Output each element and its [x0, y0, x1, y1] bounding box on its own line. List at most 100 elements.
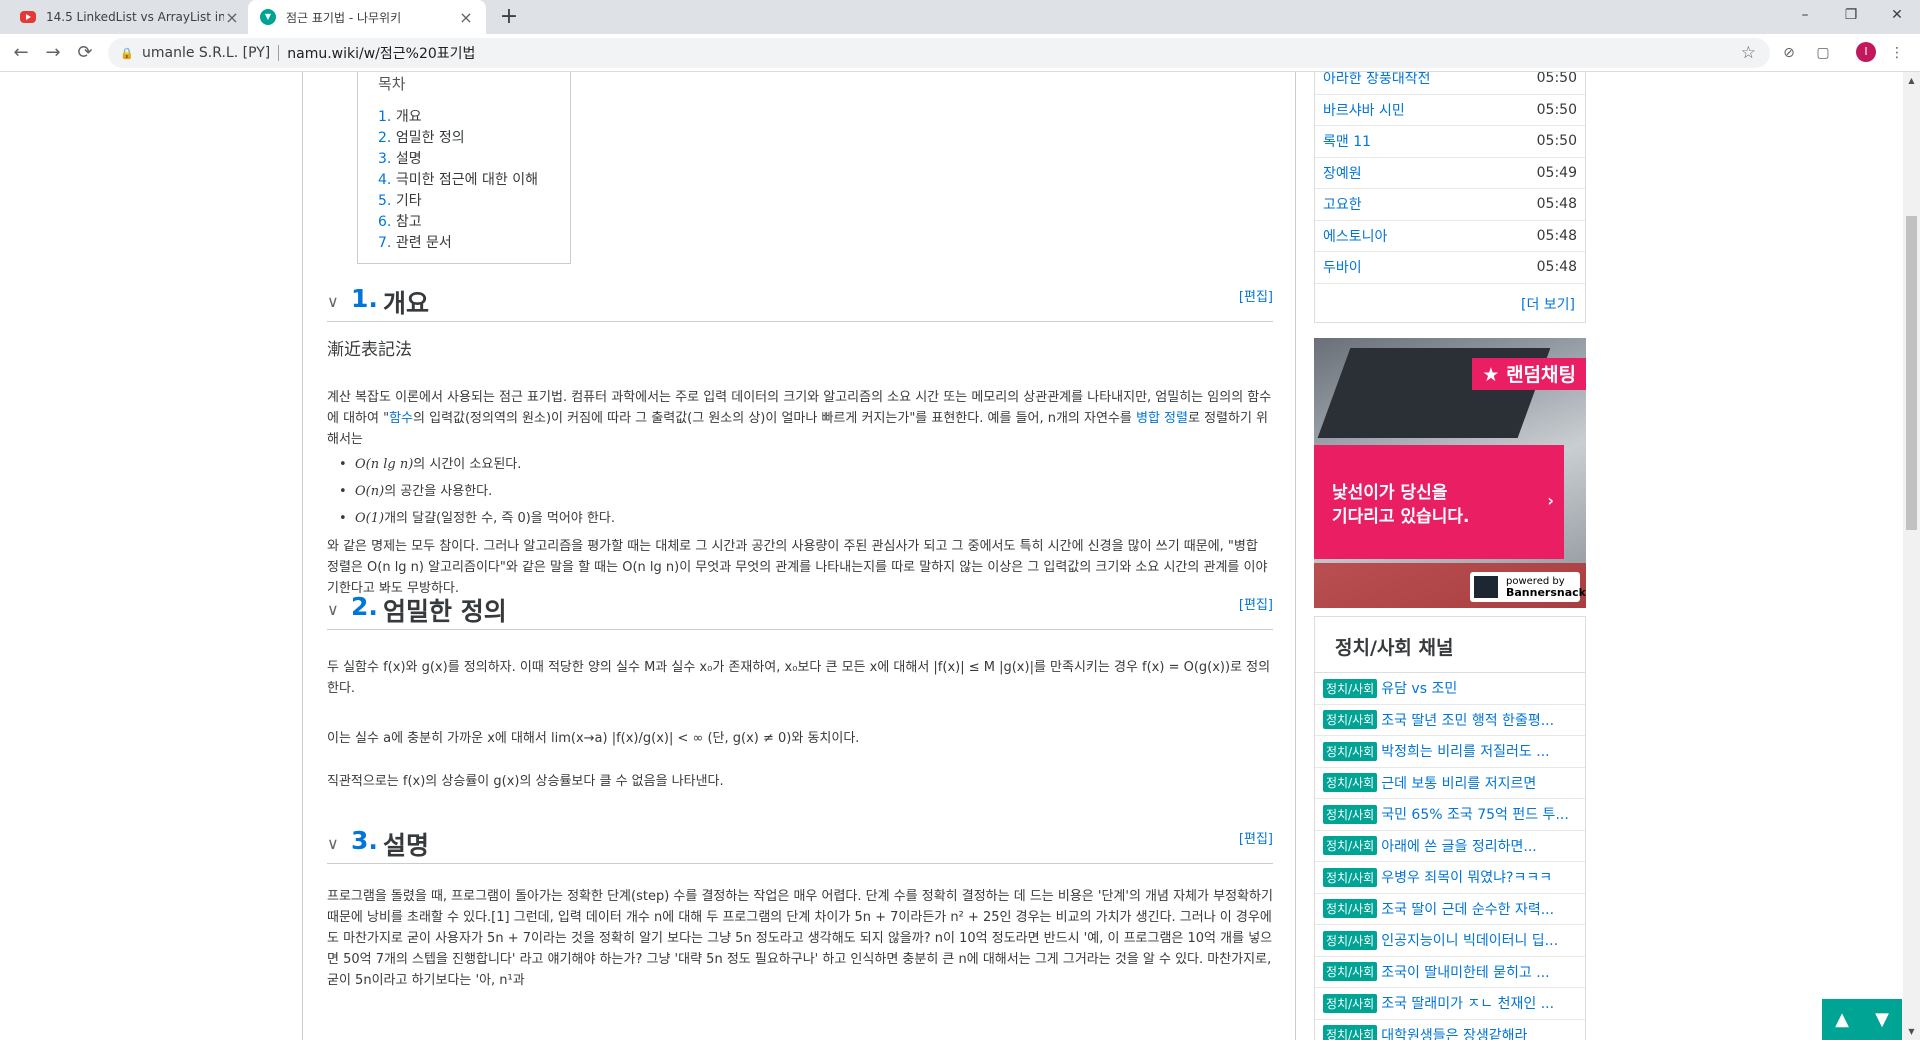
- recent-link[interactable]: 바르샤바 시민: [1323, 100, 1537, 120]
- toc-number[interactable]: 1.: [378, 109, 391, 125]
- toc-item[interactable]: 1. 개요: [378, 106, 550, 127]
- close-window-button[interactable]: ✕: [1874, 0, 1920, 34]
- profile-avatar[interactable]: I: [1856, 42, 1876, 62]
- lock-icon[interactable]: 🔒: [120, 47, 134, 60]
- chevron-down-icon[interactable]: ∨: [327, 292, 339, 311]
- post-link[interactable]: 박정희는 비리를 저질러도 ...: [1381, 741, 1549, 761]
- list-item[interactable]: 장예원 05:49: [1315, 158, 1585, 189]
- chevron-down-icon[interactable]: ∨: [327, 600, 339, 619]
- extension-icon[interactable]: ⊘: [1778, 42, 1800, 64]
- list-item[interactable]: 정치/사회 조국 딸이 근데 순수한 자력...: [1315, 894, 1585, 925]
- toc-item[interactable]: 2. 엄밀한 정의: [378, 127, 550, 148]
- minimize-button[interactable]: –: [1782, 0, 1828, 34]
- post-link[interactable]: 아래에 쓴 글을 정리하면...: [1381, 836, 1537, 856]
- post-link[interactable]: 조국 딸이 근데 순수한 자력...: [1381, 899, 1554, 919]
- list-item[interactable]: 정치/사회 대학원생들은 장생같해라: [1315, 1020, 1585, 1040]
- list-item[interactable]: 정치/사회 근데 보통 비리를 저지르면: [1315, 768, 1585, 799]
- list-item[interactable]: 정치/사회 우병우 죄목이 뭐였냐?ㅋㅋㅋ: [1315, 862, 1585, 894]
- list-item[interactable]: 정치/사회 조국이 딸내미한테 묻히고 ...: [1315, 957, 1585, 988]
- link-merge-sort[interactable]: 병합 정렬: [1136, 411, 1188, 426]
- toc-item[interactable]: 3. 설명: [378, 148, 550, 169]
- toc-item[interactable]: 4. 극미한 점근에 대한 이해: [378, 169, 550, 190]
- more-link[interactable]: [더 보기]: [1315, 284, 1585, 322]
- list-item[interactable]: 고요한 05:48: [1315, 189, 1585, 221]
- post-link[interactable]: 유담 vs 조민: [1381, 678, 1457, 698]
- scroll-down-button[interactable]: ▼: [1862, 999, 1902, 1040]
- toc-item[interactable]: 6. 참고: [378, 211, 550, 232]
- recent-link[interactable]: 장예원: [1323, 163, 1537, 183]
- list-item[interactable]: 정치/사회 국민 65% 조국 75억 펀드 투...: [1315, 799, 1585, 831]
- toc-item[interactable]: 5. 기타: [378, 190, 550, 211]
- edit-link[interactable]: [편집]: [1239, 594, 1273, 613]
- toc-number[interactable]: 3.: [378, 151, 391, 167]
- url-text[interactable]: namu.wiki/w/점근%20표기법: [287, 43, 475, 63]
- list-item[interactable]: 에스토니아 05:48: [1315, 221, 1585, 252]
- scrollbar-thumb[interactable]: [1906, 216, 1917, 530]
- list-item[interactable]: 정치/사회 조국 딸래미가 ㅈㄴ 천재인 ...: [1315, 988, 1585, 1020]
- section-heading-definition[interactable]: ∨ 2. 엄밀한 정의 [편집]: [327, 590, 1273, 630]
- new-tab-button[interactable]: +: [496, 4, 522, 30]
- post-link[interactable]: 국민 65% 조국 75억 펀드 투...: [1381, 804, 1569, 824]
- extension-icon[interactable]: ▢: [1812, 42, 1834, 64]
- post-link[interactable]: 대학원생들은 장생같해라: [1381, 1025, 1527, 1040]
- list-item[interactable]: 록맨 11 05:50: [1315, 126, 1585, 158]
- list-item[interactable]: 바르샤바 시민 05:50: [1315, 95, 1585, 126]
- back-button[interactable]: ←: [8, 40, 34, 66]
- list-item[interactable]: 정치/사회 유담 vs 조민: [1315, 673, 1585, 705]
- recent-link[interactable]: 아라한 장풍대작전: [1323, 72, 1537, 88]
- maximize-button[interactable]: ❐: [1828, 0, 1874, 34]
- toc-number[interactable]: 2.: [378, 130, 391, 146]
- list-item[interactable]: 정치/사회 아래에 쓴 글을 정리하면...: [1315, 831, 1585, 862]
- list-item[interactable]: 정치/사회 조국 딸년 조민 행적 한줄평...: [1315, 705, 1585, 736]
- reload-button[interactable]: ⟳: [72, 40, 98, 66]
- recent-link[interactable]: 에스토니아: [1323, 226, 1537, 246]
- section-heading-explanation[interactable]: ∨ 3. 설명 [편집]: [327, 824, 1273, 864]
- recent-link[interactable]: 고요한: [1323, 194, 1537, 214]
- post-link[interactable]: 조국이 딸내미한테 묻히고 ...: [1381, 962, 1549, 982]
- scrollbar[interactable]: ▲ ▼: [1903, 72, 1920, 1040]
- ad-banner[interactable]: ★ 랜덤채팅 낯선이가 당신을 기다리고 있습니다. › powered by …: [1314, 338, 1586, 608]
- tab-namuwiki[interactable]: ▼ 점근 표기법 - 나무위키 ×: [248, 0, 486, 34]
- toc-number[interactable]: 5.: [378, 193, 391, 209]
- post-link[interactable]: 인공지능이니 빅데이터니 딥...: [1381, 930, 1558, 950]
- toc-number[interactable]: 6.: [378, 214, 391, 230]
- toc-label: 관련 문서: [395, 235, 452, 251]
- recent-link[interactable]: 록맨 11: [1323, 131, 1537, 151]
- address-bar[interactable]: 🔒 umanle S.R.L. [PY] namu.wiki/w/점근%20표기…: [108, 38, 1770, 68]
- recent-link[interactable]: 두바이: [1323, 257, 1537, 277]
- close-tab-icon[interactable]: ×: [458, 8, 474, 27]
- bannersnack-logo[interactable]: powered by Bannersnack: [1470, 572, 1586, 602]
- list-item[interactable]: 두바이 05:48: [1315, 252, 1585, 284]
- post-link[interactable]: 근데 보통 비리를 저지르면: [1381, 773, 1536, 793]
- section-heading-overview[interactable]: ∨ 1. 개요 [편집]: [327, 282, 1273, 322]
- toc-label: 참고: [395, 214, 422, 230]
- brand-label: Bannersnack: [1506, 586, 1586, 599]
- chevron-down-icon[interactable]: ∨: [327, 834, 339, 853]
- post-link[interactable]: 조국 딸년 조민 행적 한줄평...: [1381, 710, 1554, 730]
- toc-number[interactable]: 4.: [378, 172, 391, 188]
- close-tab-icon[interactable]: ×: [224, 8, 240, 27]
- post-link[interactable]: 조국 딸래미가 ㅈㄴ 천재인 ...: [1381, 993, 1554, 1013]
- edit-link[interactable]: [편집]: [1239, 286, 1273, 305]
- section-title: 설명: [383, 831, 430, 860]
- edit-link[interactable]: [편집]: [1239, 828, 1273, 847]
- scroll-up-button[interactable]: ▲: [1822, 999, 1862, 1040]
- bookmark-star-icon[interactable]: ☆: [1741, 43, 1756, 63]
- link-function[interactable]: 함수: [389, 411, 413, 426]
- toc-number[interactable]: 7.: [378, 235, 391, 251]
- ad-message[interactable]: 낯선이가 당신을 기다리고 있습니다. ›: [1314, 445, 1564, 559]
- scroll-up-arrow-icon[interactable]: ▲: [1903, 72, 1920, 89]
- tab-strip: 14.5 LinkedList vs ArrayList in Ja × ▼ 점…: [0, 0, 1920, 34]
- scroll-down-arrow-icon[interactable]: ▼: [1903, 1023, 1920, 1040]
- list-item[interactable]: 아라한 장풍대작전 05:50: [1315, 72, 1585, 95]
- section-title: 엄밀한 정의: [383, 597, 507, 626]
- list-item[interactable]: 정치/사회 인공지능이니 빅데이터니 딥...: [1315, 925, 1585, 957]
- ad-badge: ★ 랜덤채팅: [1472, 358, 1586, 390]
- list-item[interactable]: 정치/사회 박정희는 비리를 저질러도 ...: [1315, 736, 1585, 768]
- tab-youtube[interactable]: 14.5 LinkedList vs ArrayList in Ja ×: [8, 0, 252, 34]
- post-link[interactable]: 우병우 죄목이 뭐였냐?ㅋㅋㅋ: [1381, 867, 1552, 887]
- forward-button[interactable]: →: [40, 40, 66, 66]
- menu-kebab-icon[interactable]: ⋮: [1886, 42, 1908, 64]
- toc-item[interactable]: 7. 관련 문서: [378, 232, 550, 253]
- toc-label: 극미한 점근에 대한 이해: [395, 172, 538, 188]
